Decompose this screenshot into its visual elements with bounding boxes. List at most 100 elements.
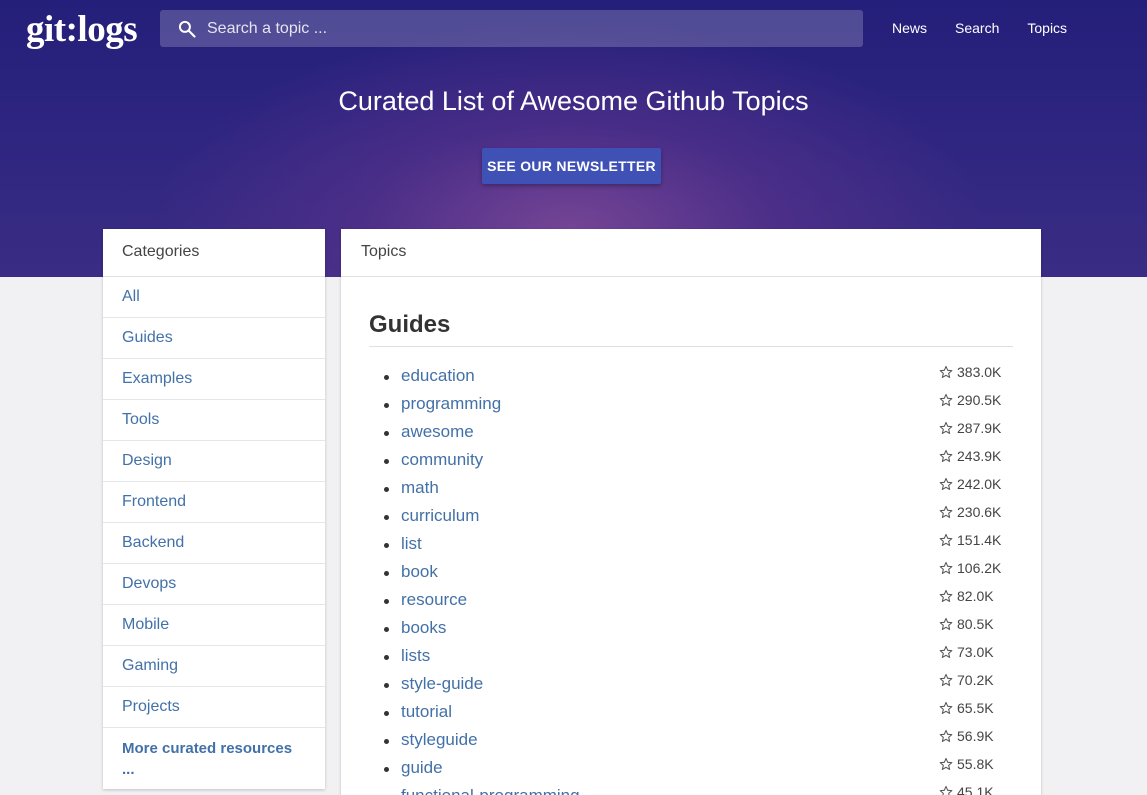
topic-link[interactable]: list — [401, 534, 422, 554]
topic-link[interactable]: education — [401, 366, 475, 386]
star-count-value: 151.4K — [957, 532, 1002, 548]
topic-link[interactable]: curriculum — [401, 506, 479, 526]
category-item-mobile[interactable]: Mobile — [103, 605, 325, 646]
page-title: Curated List of Awesome Github Topics — [338, 86, 809, 116]
star-count: 82.0K — [939, 588, 994, 604]
star-icon — [939, 673, 953, 687]
topics-header: Topics — [341, 229, 1041, 277]
star-count-value: 383.0K — [957, 364, 1002, 380]
bullet — [384, 543, 389, 548]
star-count-value: 45.1K — [957, 784, 994, 795]
topic-item: resource 82.0K — [369, 588, 1013, 616]
category-item-devops[interactable]: Devops — [103, 564, 325, 605]
topic-item: curriculum 230.6K — [369, 504, 1013, 532]
bullet — [384, 487, 389, 492]
bullet — [384, 739, 389, 744]
star-icon — [939, 617, 953, 631]
star-icon — [939, 729, 953, 743]
category-item-gaming[interactable]: Gaming — [103, 646, 325, 687]
topic-item: community 243.9K — [369, 448, 1013, 476]
topic-item: book 106.2K — [369, 560, 1013, 588]
topic-item: styleguide 56.9K — [369, 728, 1013, 756]
star-count: 55.8K — [939, 756, 994, 772]
category-item-frontend[interactable]: Frontend — [103, 482, 325, 523]
star-icon — [939, 785, 953, 795]
star-count: 73.0K — [939, 644, 994, 660]
categories-list: All Guides Examples Tools Design Fronten… — [103, 277, 325, 728]
nav-search[interactable]: Search — [955, 20, 999, 36]
star-count-value: 55.8K — [957, 756, 994, 772]
star-count-value: 230.6K — [957, 504, 1002, 520]
star-icon — [939, 421, 953, 435]
search-icon — [178, 20, 196, 38]
category-item-examples[interactable]: Examples — [103, 359, 325, 400]
bullet — [384, 711, 389, 716]
star-count: 242.0K — [939, 476, 1001, 492]
bullet — [384, 459, 389, 464]
topic-list: education 383.0K programming 290.5K awesome 2… — [369, 364, 1013, 795]
topic-link[interactable]: community — [401, 450, 483, 470]
more-resources-link[interactable]: More curated resources ... — [103, 728, 325, 780]
top-nav: News Search Topics — [878, 20, 1081, 36]
star-icon — [939, 561, 953, 575]
topic-item: awesome 287.9K — [369, 420, 1013, 448]
star-count: 290.5K — [939, 392, 1001, 408]
star-icon — [939, 449, 953, 463]
bullet — [384, 655, 389, 660]
topic-link[interactable]: book — [401, 562, 438, 582]
star-count-value: 82.0K — [957, 588, 994, 604]
star-count-value: 70.2K — [957, 672, 994, 688]
topic-link[interactable]: tutorial — [401, 702, 452, 722]
topic-link[interactable]: lists — [401, 646, 430, 666]
topic-link[interactable]: books — [401, 618, 446, 638]
bullet — [384, 767, 389, 772]
star-count-value: 242.0K — [957, 476, 1002, 492]
topics-card: Topics Guides education 383.0K programming… — [341, 229, 1041, 795]
topic-link[interactable]: style-guide — [401, 674, 483, 694]
star-icon — [939, 645, 953, 659]
star-count: 65.5K — [939, 700, 994, 716]
bullet — [384, 683, 389, 688]
search-bar[interactable] — [160, 10, 863, 47]
categories-card: Categories All Guides Examples Tools Des… — [103, 229, 325, 789]
category-item-backend[interactable]: Backend — [103, 523, 325, 564]
bullet — [384, 431, 389, 436]
nav-topics[interactable]: Topics — [1027, 20, 1067, 36]
categories-header: Categories — [103, 229, 325, 277]
topic-link[interactable]: styleguide — [401, 730, 478, 750]
category-item-guides[interactable]: Guides — [103, 318, 325, 359]
topic-item: programming 290.5K — [369, 392, 1013, 420]
star-count-value: 243.9K — [957, 448, 1002, 464]
star-count-value: 73.0K — [957, 644, 994, 660]
star-count: 230.6K — [939, 504, 1001, 520]
newsletter-button[interactable]: SEE OUR NEWSLETTER — [482, 148, 661, 184]
star-icon — [939, 477, 953, 491]
topic-item: education 383.0K — [369, 364, 1013, 392]
site-logo[interactable]: git:logs — [26, 8, 138, 51]
topic-link[interactable]: awesome — [401, 422, 474, 442]
topic-link[interactable]: resource — [401, 590, 467, 610]
star-count-value: 106.2K — [957, 560, 1002, 576]
search-input[interactable] — [207, 10, 847, 47]
topic-link[interactable]: math — [401, 478, 439, 498]
topic-item: functional-programming 45.1K — [369, 784, 1013, 795]
topic-link[interactable]: functional-programming — [401, 786, 580, 795]
star-count: 106.2K — [939, 560, 1001, 576]
topic-item: books 80.5K — [369, 616, 1013, 644]
topic-item: math 242.0K — [369, 476, 1013, 504]
topic-item: guide 55.8K — [369, 756, 1013, 784]
category-item-projects[interactable]: Projects — [103, 687, 325, 728]
bullet — [384, 571, 389, 576]
star-count: 151.4K — [939, 532, 1001, 548]
category-item-tools[interactable]: Tools — [103, 400, 325, 441]
topic-link[interactable]: programming — [401, 394, 501, 414]
category-item-design[interactable]: Design — [103, 441, 325, 482]
topic-item: tutorial 65.5K — [369, 700, 1013, 728]
category-item-all[interactable]: All — [103, 277, 325, 318]
section-divider — [369, 346, 1013, 347]
nav-news[interactable]: News — [892, 20, 927, 36]
topic-link[interactable]: guide — [401, 758, 443, 778]
star-count-value: 56.9K — [957, 728, 994, 744]
star-count: 383.0K — [939, 364, 1001, 380]
topic-item: style-guide 70.2K — [369, 672, 1013, 700]
